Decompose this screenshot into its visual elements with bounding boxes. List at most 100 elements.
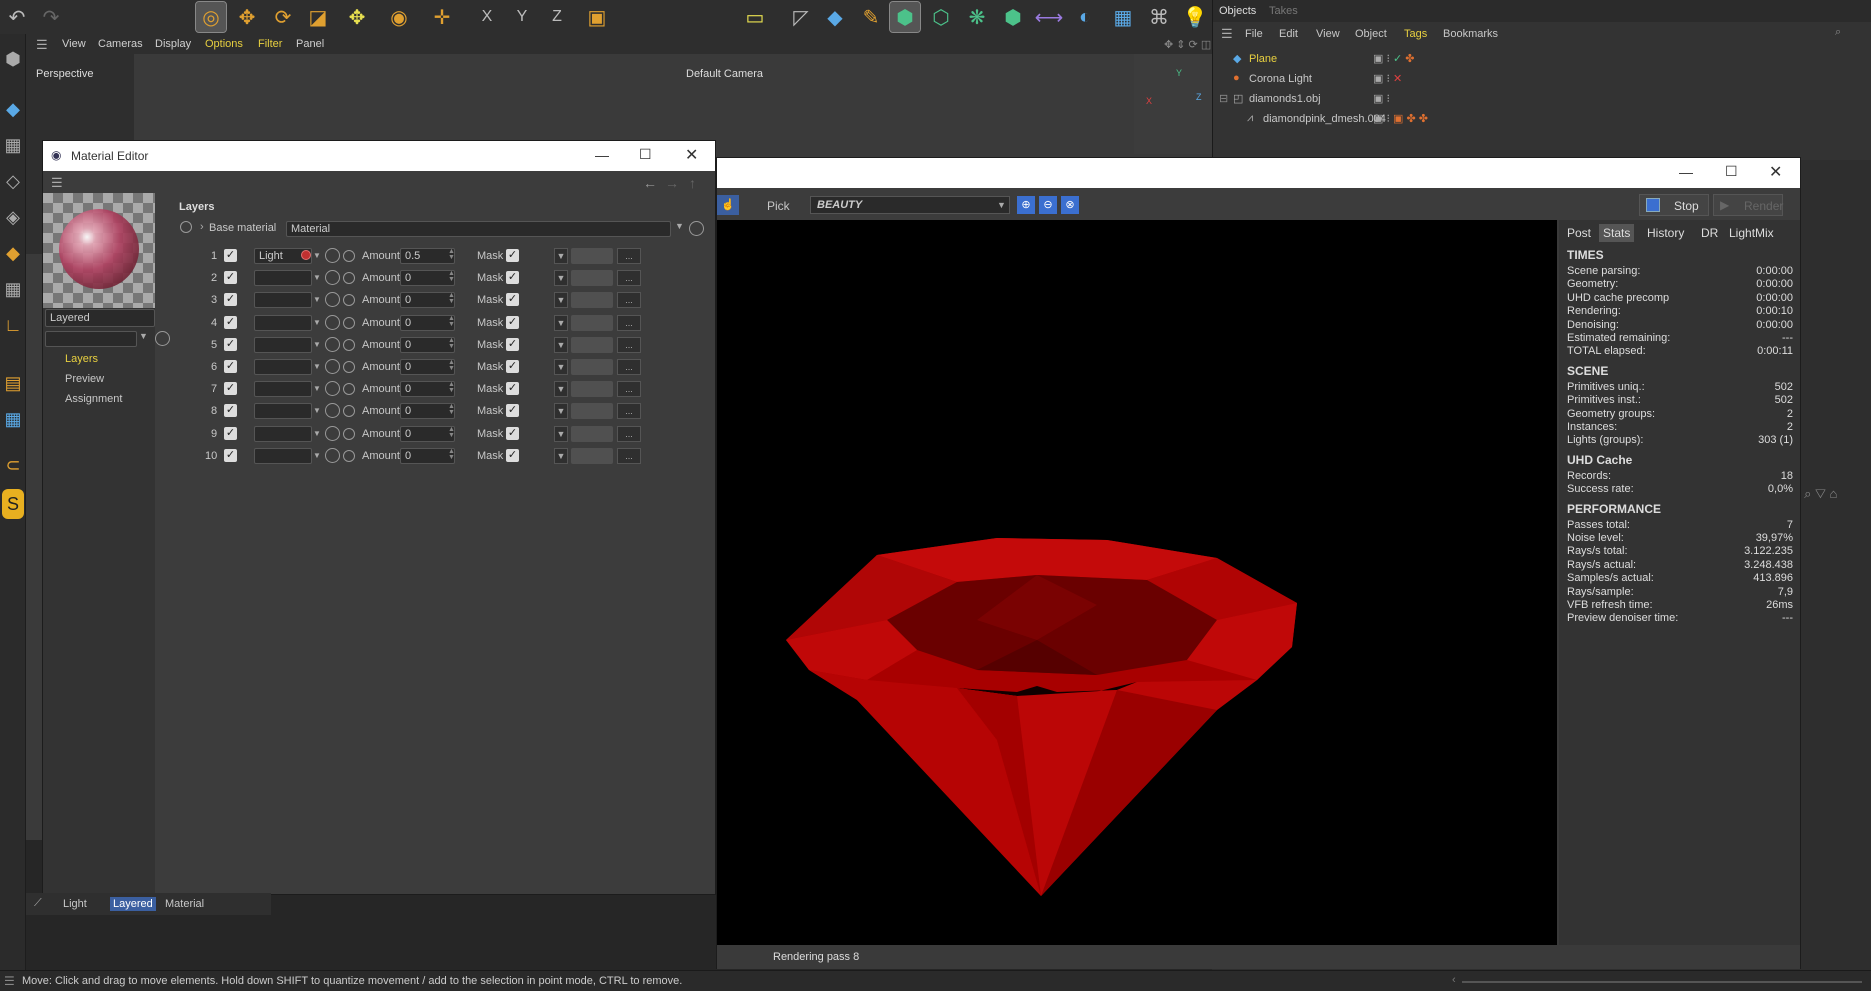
more-options-button[interactable]: ...: [617, 292, 641, 309]
layer-enable-checkbox[interactable]: ✓: [224, 315, 237, 329]
mask-dropdown[interactable]: ▼: [554, 314, 568, 331]
layer-anim-icon[interactable]: [343, 250, 355, 262]
mask-dropdown[interactable]: ▼: [554, 359, 568, 375]
chevron-down-icon[interactable]: ▼: [313, 295, 321, 304]
mask-slot[interactable]: [571, 292, 613, 309]
floor-icon[interactable]: ▦: [1108, 2, 1138, 32]
object-status-icons[interactable]: ▣ ⁝ ✕: [1373, 72, 1402, 85]
more-options-button[interactable]: ...: [617, 447, 641, 464]
nav-assignment[interactable]: Assignment: [65, 393, 122, 405]
select-tool-icon[interactable]: ◎: [195, 1, 227, 33]
layer-enable-checkbox[interactable]: ✓: [224, 293, 237, 307]
layer-pick-icon[interactable]: [325, 403, 340, 419]
stepper-icon[interactable]: ▲ ▼: [448, 270, 455, 283]
vfb-maximize-icon[interactable]: ☐: [1725, 163, 1738, 180]
menu-panel[interactable]: Panel: [296, 38, 324, 50]
layer-material-field[interactable]: [254, 425, 312, 442]
stepper-icon[interactable]: ▲ ▼: [448, 426, 455, 439]
deformer-icon[interactable]: ⟷: [1034, 2, 1064, 32]
nav-forward-icon[interactable]: →: [665, 175, 679, 191]
material-editor-titlebar[interactable]: ◉ Material Editor — ☐ ✕: [43, 141, 715, 171]
layer-anim-icon[interactable]: [343, 405, 355, 418]
layer-material-field[interactable]: [254, 447, 312, 464]
objects-hamburger-icon[interactable]: ☰: [1221, 26, 1233, 42]
points-mode-icon[interactable]: ◇: [0, 166, 26, 196]
pick-button[interactable]: Pick: [767, 199, 790, 213]
menu-cameras[interactable]: Cameras: [98, 38, 143, 50]
tab-objects[interactable]: Objects: [1219, 5, 1256, 17]
cursor-icon[interactable]: ◸: [786, 2, 816, 32]
more-options-button[interactable]: ...: [617, 270, 641, 287]
mask-dropdown[interactable]: ▼: [554, 447, 568, 464]
layer-enable-checkbox[interactable]: ✓: [224, 404, 237, 418]
mask-checkbox[interactable]: ✓: [506, 315, 519, 329]
mask-slot[interactable]: [571, 403, 613, 420]
extrude-icon[interactable]: ⬡: [926, 2, 956, 32]
mask-dropdown[interactable]: ▼: [554, 381, 568, 398]
placement-tool-icon[interactable]: ✥: [342, 2, 372, 32]
mask-dropdown[interactable]: ▼: [554, 336, 568, 353]
object-status-icons[interactable]: ▣ ⁝ ▣ ✤ ✤: [1373, 112, 1428, 125]
material-editor-menu-icon[interactable]: ☰: [51, 175, 63, 191]
more-options-button[interactable]: ...: [617, 425, 641, 442]
amount-field[interactable]: 0: [400, 336, 455, 353]
layer-enable-checkbox[interactable]: ✓: [224, 271, 237, 285]
base-material-field[interactable]: Material: [286, 221, 671, 237]
camera-icon[interactable]: ⌘: [1144, 2, 1174, 32]
field-icon[interactable]: ◐: [1070, 2, 1100, 32]
amount-field[interactable]: 0: [400, 403, 455, 420]
solo-icon[interactable]: S: [2, 489, 24, 519]
cube-icon[interactable]: ◆: [820, 2, 850, 32]
material-tab-material[interactable]: Material: [162, 898, 207, 910]
collapse-icon[interactable]: ⊟: [1219, 92, 1228, 105]
menu-view[interactable]: View: [62, 38, 86, 50]
axis-mode-icon[interactable]: ∟: [0, 310, 26, 340]
cloner-icon[interactable]: ❋: [962, 2, 992, 32]
material-type-field[interactable]: [45, 331, 137, 347]
chevron-down-icon[interactable]: ▼: [313, 384, 321, 393]
pick-icon[interactable]: ☝: [717, 195, 739, 215]
polygons-mode-icon[interactable]: ◆: [0, 238, 26, 268]
chevron-down-icon[interactable]: ▼: [313, 451, 321, 460]
scroll-left-icon[interactable]: ‹: [1452, 974, 1456, 986]
world-coords-icon[interactable]: ▣: [582, 2, 612, 32]
mask-checkbox[interactable]: ✓: [506, 293, 519, 307]
chevron-down-icon[interactable]: ▼: [313, 429, 321, 438]
material-tab-layered[interactable]: Layered: [110, 897, 156, 911]
chevron-down-icon[interactable]: ▼: [313, 406, 321, 415]
mask-dropdown[interactable]: ▼: [554, 292, 568, 309]
more-options-button[interactable]: ...: [617, 403, 641, 420]
statusbar-menu-icon[interactable]: ☰: [4, 974, 15, 988]
lock-z-icon[interactable]: Z: [542, 2, 572, 32]
amount-field[interactable]: 0: [400, 425, 455, 442]
om-menu-tags[interactable]: Tags: [1404, 28, 1427, 40]
stepper-icon[interactable]: ▲ ▼: [448, 248, 455, 261]
mask-dropdown[interactable]: ▼: [554, 403, 568, 420]
mask-slot[interactable]: [571, 425, 613, 442]
mask-checkbox[interactable]: ✓: [506, 271, 519, 285]
amount-field[interactable]: 0: [400, 292, 455, 309]
more-options-button[interactable]: ...: [617, 359, 641, 375]
layer-pick-icon[interactable]: [325, 336, 340, 352]
om-menu-object[interactable]: Object: [1355, 28, 1387, 40]
light-icon[interactable]: 💡: [1180, 2, 1210, 32]
amount-field[interactable]: 0.5: [400, 248, 455, 264]
object-row-diamondpink[interactable]: ⩘ diamondpink_dmesh.004 ▣ ⁝ ▣ ✤ ✤: [1213, 109, 1871, 129]
layer-enable-checkbox[interactable]: ✓: [224, 448, 237, 462]
om-menu-bookmarks[interactable]: Bookmarks: [1443, 28, 1498, 40]
zoom-fit-icon[interactable]: ⊗: [1061, 196, 1079, 214]
mask-checkbox[interactable]: ✓: [506, 448, 519, 462]
mask-checkbox[interactable]: ✓: [506, 382, 519, 396]
layer-material-field[interactable]: [254, 381, 312, 398]
mask-slot[interactable]: [571, 270, 613, 287]
mask-checkbox[interactable]: ✓: [506, 337, 519, 351]
om-menu-view[interactable]: View: [1316, 28, 1340, 40]
tab-post[interactable]: Post: [1563, 224, 1595, 242]
layer-material-field[interactable]: [254, 314, 312, 331]
amount-field[interactable]: 0: [400, 270, 455, 287]
minimize-icon[interactable]: —: [595, 147, 609, 163]
layer-pick-icon[interactable]: [325, 314, 340, 330]
tab-dr[interactable]: DR: [1697, 224, 1722, 242]
redo-icon[interactable]: ↷: [36, 2, 66, 32]
material-tab-light[interactable]: Light: [60, 898, 90, 910]
